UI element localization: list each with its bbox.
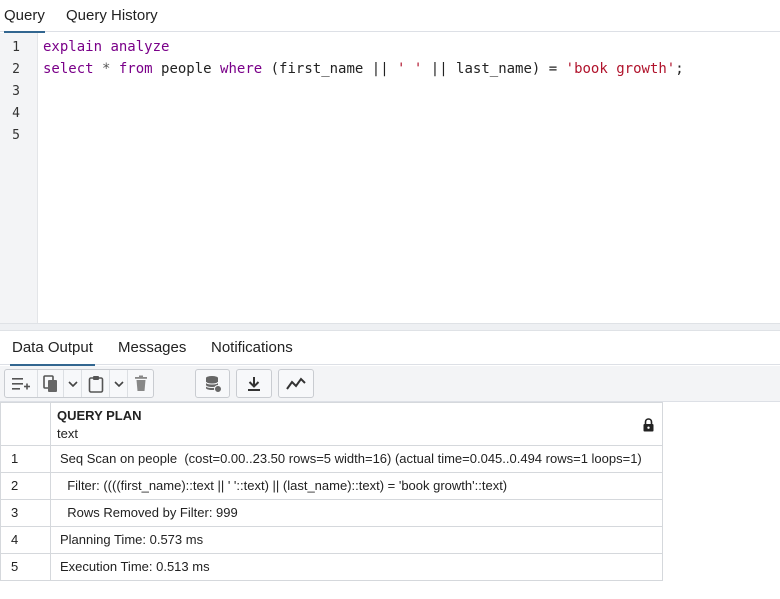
save-data-icon (205, 375, 222, 393)
delete-icon (134, 375, 147, 391)
string-literal: 'book growth' (565, 61, 676, 77)
line-number: 3 (12, 84, 20, 99)
code-token: * (93, 61, 119, 77)
column-title[interactable]: QUERY PLAN (57, 408, 142, 423)
tab-data-output[interactable]: Data Output (10, 331, 95, 366)
table-row[interactable]: 1 Seq Scan on people (cost=0.00..23.50 r… (0, 446, 663, 473)
query-tabs: Query Query History (0, 0, 780, 33)
tab-query-history[interactable]: Query History (66, 0, 158, 32)
tab-messages[interactable]: Messages (118, 331, 186, 365)
copy-icon (42, 374, 57, 392)
table-row[interactable]: 3 Rows Removed by Filter: 999 (0, 500, 663, 527)
line-number: 4 (12, 106, 20, 121)
copy-options-dropdown[interactable] (63, 370, 81, 397)
code-token: people (152, 61, 221, 77)
line-number-gutter: 1 2 3 4 5 (0, 33, 38, 323)
tab-notifications[interactable]: Notifications (211, 331, 293, 365)
line-number: 1 (12, 40, 20, 55)
graph-icon (286, 376, 306, 390)
table-row[interactable]: 5 Execution Time: 0.513 ms (0, 554, 663, 581)
chevron-down-icon (67, 380, 78, 387)
code-line-1[interactable]: explain analyze (43, 39, 169, 55)
keyword: analyze (110, 39, 170, 55)
plan-cell[interactable]: Filter: ((((first_name)::text || ' '::te… (60, 473, 656, 499)
toolbar-download-group (236, 369, 272, 398)
save-data-button[interactable] (196, 370, 229, 397)
plan-cell[interactable]: Execution Time: 0.513 ms (60, 554, 656, 580)
row-number[interactable]: 5 (1, 554, 51, 580)
line-number: 5 (12, 128, 20, 143)
panel-splitter[interactable] (0, 323, 780, 331)
row-number[interactable]: 2 (1, 473, 51, 499)
row-number[interactable]: 3 (1, 500, 51, 526)
chevron-down-icon (113, 380, 124, 387)
row-number[interactable]: 1 (1, 446, 51, 472)
keyword: from (118, 61, 153, 77)
plan-cell[interactable]: Planning Time: 0.573 ms (60, 527, 656, 553)
toolbar-edit-group (4, 369, 154, 398)
table-row[interactable]: 4 Planning Time: 0.573 ms (0, 527, 663, 554)
row-header-corner[interactable] (1, 403, 51, 445)
toolbar-save-group (195, 369, 230, 398)
string-literal: ' ' (397, 61, 423, 77)
tab-query[interactable]: Query (4, 0, 45, 33)
download-icon (248, 376, 260, 391)
result-tabs: Data Output Messages Notifications (0, 331, 780, 366)
plan-cell[interactable]: Seq Scan on people (cost=0.00..23.50 row… (60, 446, 656, 472)
download-button[interactable] (237, 370, 271, 397)
paste-button[interactable] (81, 370, 109, 397)
sql-editor[interactable]: 1 2 3 4 5 explain analyze select * from … (0, 33, 780, 323)
paste-icon (88, 375, 103, 393)
keyword: select (43, 61, 94, 77)
column-type: text (57, 426, 78, 441)
row-number[interactable]: 4 (1, 527, 51, 553)
grid-header: QUERY PLAN text (0, 402, 663, 446)
lock-icon (643, 418, 654, 432)
code-token: (first_name || (262, 61, 398, 77)
add-row-icon (12, 377, 30, 390)
paste-options-dropdown[interactable] (109, 370, 127, 397)
plan-cell[interactable]: Rows Removed by Filter: 999 (60, 500, 656, 526)
delete-button[interactable] (127, 370, 153, 397)
code-token: ; (675, 61, 684, 77)
graph-visualiser-button[interactable] (279, 370, 313, 397)
keyword: where (220, 61, 263, 77)
code-token: || last_name) = (422, 61, 566, 77)
table-row[interactable]: 2 Filter: ((((first_name)::text || ' '::… (0, 473, 663, 500)
line-number: 2 (12, 62, 20, 77)
code-line-2[interactable]: select * from people where (first_name |… (43, 61, 684, 77)
copy-button[interactable] (37, 370, 63, 397)
toolbar-graph-group (278, 369, 314, 398)
data-toolbar (0, 366, 780, 402)
add-row-button[interactable] (5, 370, 37, 397)
keyword: explain (43, 39, 103, 55)
